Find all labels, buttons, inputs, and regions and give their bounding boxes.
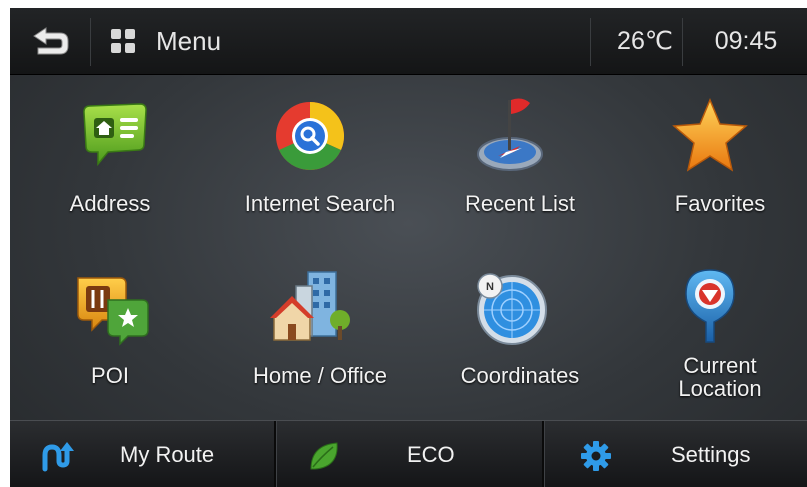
temperature-readout: 26℃ xyxy=(617,27,673,55)
menu-item-current-location[interactable]: Current Location xyxy=(610,246,807,416)
recent-list-icon xyxy=(477,98,543,171)
gear-icon xyxy=(581,441,611,471)
my-route-button[interactable]: My Route xyxy=(10,421,274,487)
coordinates-icon: N xyxy=(477,273,547,345)
menu-item-label: Current Location xyxy=(620,354,807,400)
current-location-icon xyxy=(685,269,735,343)
route-icon xyxy=(42,442,74,472)
clock-readout: 09:45 xyxy=(714,26,778,55)
poi-icon xyxy=(77,277,149,346)
menu-item-label: Coordinates xyxy=(460,363,580,388)
bottom-bar: My Route ECO Settings xyxy=(10,420,807,487)
menu-item-label: Address xyxy=(69,191,151,216)
menu-item-favorites[interactable]: Favorites xyxy=(610,74,807,244)
menu-item-label: Home / Office xyxy=(252,363,388,388)
menu-item-poi[interactable]: POI xyxy=(10,246,210,416)
internet-search-icon xyxy=(276,102,345,171)
eco-label: ECO xyxy=(407,441,455,467)
separator xyxy=(90,18,91,66)
home-office-icon xyxy=(270,271,350,341)
address-icon xyxy=(83,103,147,167)
grid-icon xyxy=(111,29,135,53)
menu-item-label: Favorites xyxy=(674,191,766,216)
settings-label: Settings xyxy=(671,441,751,467)
eco-leaf-icon xyxy=(310,442,338,470)
menu-item-label: Internet Search xyxy=(244,191,396,216)
menu-title-area[interactable]: Menu xyxy=(110,8,221,74)
menu-item-address[interactable]: Address xyxy=(10,74,210,244)
menu-item-label: Recent List xyxy=(464,191,576,216)
nav-screen: Menu 26℃ 09:45 Address Internet Search R… xyxy=(10,8,807,487)
page-title: Menu xyxy=(156,25,222,56)
favorites-star-icon xyxy=(672,98,748,172)
menu-item-home-office[interactable]: Home / Office xyxy=(210,246,410,416)
top-bar: Menu 26℃ 09:45 xyxy=(10,8,807,75)
menu-item-coordinates[interactable]: N Coordinates xyxy=(410,246,610,416)
settings-button[interactable]: Settings xyxy=(545,421,807,487)
menu-item-internet-search[interactable]: Internet Search xyxy=(210,74,410,244)
my-route-label: My Route xyxy=(120,441,215,467)
separator xyxy=(590,18,591,66)
menu-item-label-line2: Location xyxy=(678,376,762,401)
menu-grid: Address Internet Search Recent List Favo… xyxy=(10,74,807,420)
eco-button[interactable]: ECO xyxy=(277,421,542,487)
back-arrow-icon xyxy=(33,27,69,55)
back-button[interactable] xyxy=(10,8,90,74)
menu-item-recent-list[interactable]: Recent List xyxy=(410,74,610,244)
menu-item-label-line1: Current xyxy=(683,353,757,378)
menu-item-label: POI xyxy=(91,363,129,388)
svg-text:N: N xyxy=(486,281,494,293)
separator xyxy=(682,18,683,66)
